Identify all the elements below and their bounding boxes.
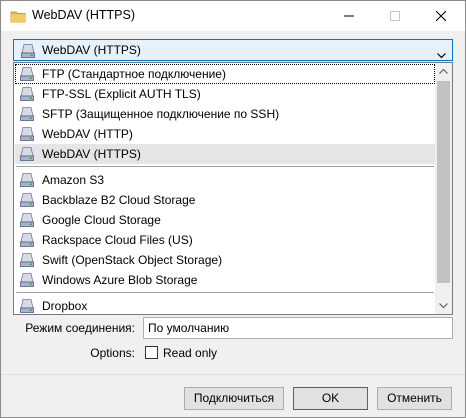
connect-button[interactable]: Подключиться [184, 387, 284, 410]
chevron-up-icon [439, 69, 448, 74]
scrollbar-thumb[interactable] [437, 81, 450, 283]
connection-mode-label: Режим соединения: [25, 321, 135, 335]
footer-divider [1, 374, 465, 375]
read-only-checkbox[interactable] [145, 346, 158, 359]
minimize-icon [344, 15, 354, 17]
protocol-list-item-label: FTP (Стандартное подключение) [42, 67, 226, 81]
protocol-list-item-label: WebDAV (HTTPS) [42, 147, 141, 161]
protocol-dropdown-list[interactable]: FTP (Стандартное подключение) FTP-SSL (Ex… [13, 62, 453, 315]
protocol-list-item-label: Swift (OpenStack Object Storage) [42, 253, 223, 267]
drive-icon [19, 106, 35, 122]
dialog-window: WebDAV (HTTPS) WebDAV (HTTPS) FTP (Станд… [0, 0, 466, 418]
close-button[interactable] [418, 1, 464, 31]
list-separator [16, 292, 434, 293]
drive-icon [19, 298, 35, 314]
ok-button[interactable]: OK [293, 387, 368, 410]
folder-icon [10, 8, 26, 24]
drive-icon [19, 212, 35, 228]
drive-icon [20, 43, 36, 59]
protocol-list-item[interactable]: Amazon S3 [15, 170, 435, 190]
protocol-list-item[interactable]: SFTP (Защищенное подключение по SSH) [15, 104, 435, 124]
chevron-down-icon [439, 303, 448, 308]
vertical-scrollbar[interactable] [435, 63, 452, 314]
scroll-down-button[interactable] [435, 297, 452, 314]
connection-mode-value: По умолчанию [148, 321, 230, 335]
protocol-list-item-label: FTP-SSL (Explicit AUTH TLS) [42, 87, 201, 101]
protocol-list-item-label: Google Cloud Storage [42, 213, 161, 227]
drive-icon [19, 86, 35, 102]
maximize-button[interactable] [372, 1, 418, 31]
protocol-list-item-label: Rackspace Cloud Files (US) [42, 233, 193, 247]
protocol-list-item-label: Amazon S3 [42, 173, 105, 187]
protocol-list-item[interactable]: Windows Azure Blob Storage [15, 270, 435, 290]
drive-icon [19, 232, 35, 248]
window-title: WebDAV (HTTPS) [32, 8, 136, 22]
protocol-list-item[interactable]: FTP-SSL (Explicit AUTH TLS) [15, 84, 435, 104]
protocol-list-item-label: WebDAV (HTTP) [42, 127, 133, 141]
chevron-down-icon [437, 48, 446, 62]
protocol-list-item-label: SFTP (Защищенное подключение по SSH) [42, 107, 280, 121]
protocol-list-item-label: Windows Azure Blob Storage [42, 273, 198, 287]
protocol-list-item[interactable]: Google Cloud Storage [15, 210, 435, 230]
drive-icon [19, 126, 35, 142]
protocol-list-item[interactable]: Dropbox [15, 296, 435, 314]
title-bar: WebDAV (HTTPS) [1, 1, 465, 31]
protocol-list-item[interactable]: WebDAV (HTTPS) [15, 144, 435, 164]
drive-icon [19, 252, 35, 268]
drive-icon [19, 146, 35, 162]
protocol-list-item[interactable]: WebDAV (HTTP) [15, 124, 435, 144]
minimize-button[interactable] [326, 1, 372, 31]
close-icon [436, 11, 446, 21]
protocol-list-item[interactable]: Backblaze B2 Cloud Storage [15, 190, 435, 210]
protocol-combobox[interactable]: WebDAV (HTTPS) [13, 39, 453, 61]
list-separator [16, 166, 434, 167]
scroll-up-button[interactable] [435, 63, 452, 80]
protocol-selected-value: WebDAV (HTTPS) [42, 43, 141, 57]
cancel-button[interactable]: Отменить [377, 387, 452, 410]
protocol-list-item-label: Backblaze B2 Cloud Storage [42, 193, 196, 207]
drive-icon [19, 192, 35, 208]
maximize-icon [390, 11, 400, 21]
drive-icon [19, 66, 35, 82]
protocol-list-item[interactable]: FTP (Стандартное подключение) [15, 64, 435, 84]
options-label: Options: [90, 346, 135, 360]
protocol-list-item[interactable]: Swift (OpenStack Object Storage) [15, 250, 435, 270]
connection-mode-select[interactable]: По умолчанию [143, 317, 453, 339]
read-only-label[interactable]: Read only [163, 346, 217, 360]
drive-icon [19, 172, 35, 188]
protocol-list-item[interactable]: Rackspace Cloud Files (US) [15, 230, 435, 250]
drive-icon [19, 272, 35, 288]
protocol-list-item-label: Dropbox [42, 299, 88, 313]
